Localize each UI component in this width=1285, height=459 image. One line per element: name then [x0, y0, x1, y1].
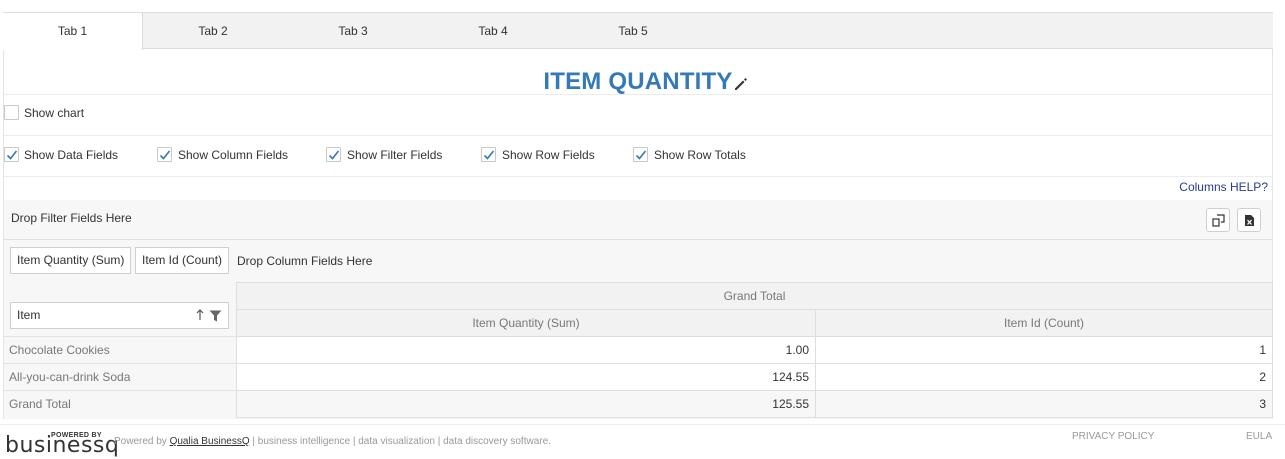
value-cell: 1.00 [236, 336, 816, 364]
brand-logo: businessq [5, 433, 120, 458]
show-filter-fields-label[interactable]: Show Filter Fields [347, 148, 442, 162]
total-cell: 125.55 [236, 390, 816, 418]
privacy-policy-link[interactable]: PRIVACY POLICY [1072, 431, 1154, 442]
pencil-icon[interactable] [733, 76, 749, 92]
excel-file-icon [1245, 215, 1254, 226]
filter-drop-zone[interactable]: Drop Filter Fields Here [4, 200, 1272, 240]
footer: POWERED BY businessq Powered by Qualia B… [0, 424, 1285, 459]
value-cell: 2 [815, 363, 1273, 391]
title-row: ITEM QUANTITY [4, 49, 1272, 95]
tab-4[interactable]: Tab 4 [423, 13, 563, 49]
show-row-fields-checkbox[interactable] [481, 147, 496, 162]
qualia-link[interactable]: Qualia BusinessQ [170, 436, 250, 447]
row-field-label: Item [17, 308, 41, 322]
tab-2[interactable]: Tab 2 [143, 13, 283, 49]
show-chart-label[interactable]: Show chart [24, 106, 84, 120]
eula-link[interactable]: EULA [1246, 431, 1272, 442]
show-data-fields-checkbox[interactable] [4, 147, 19, 162]
export-excel-button[interactable] [1237, 208, 1261, 232]
tab-bar: Tab 1 Tab 2 Tab 3 Tab 4 Tab 5 [3, 12, 1273, 50]
grand-total-row: 125.55 3 [236, 390, 1273, 418]
sort-ascending-icon[interactable] [196, 309, 204, 321]
powered-prefix: Powered by [114, 436, 170, 447]
column-header: Item Quantity (Sum) [236, 309, 816, 337]
show-column-fields-label[interactable]: Show Column Fields [178, 148, 288, 162]
value-cell: 124.55 [236, 363, 816, 391]
expand-button[interactable] [1206, 208, 1230, 232]
row-field-chip[interactable]: Item [10, 302, 229, 329]
fullscreen-icon [1212, 214, 1225, 227]
pivot-table: Grand Total Item Quantity (Sum) Item Id … [236, 282, 1273, 418]
show-column-fields-checkbox[interactable] [157, 147, 172, 162]
checkmark-icon [6, 150, 18, 160]
value-cell: 1 [815, 336, 1273, 364]
checkmark-icon [483, 150, 495, 160]
row-header: All-you-can-drink Soda [4, 363, 237, 390]
table-row: 124.55 2 [236, 363, 1273, 391]
filter-icon[interactable] [209, 310, 222, 322]
checkmark-icon [328, 150, 340, 160]
checkmark-icon [635, 150, 647, 160]
data-field-chip[interactable]: Item Id (Count) [135, 247, 230, 274]
powered-by-text: Powered by Qualia BusinessQ | business i… [114, 436, 551, 447]
column-header: Item Id (Count) [815, 309, 1273, 337]
grand-total-row-header: Grand Total [4, 390, 237, 417]
tab-1[interactable]: Tab 1 [3, 13, 143, 50]
chart-option-row: Show chart [4, 95, 1272, 136]
grand-total-header: Grand Total [236, 282, 1273, 310]
show-row-fields-label[interactable]: Show Row Fields [502, 148, 595, 162]
column-drop-label[interactable]: Drop Column Fields Here [237, 254, 372, 268]
show-row-totals-label[interactable]: Show Row Totals [654, 148, 746, 162]
columns-help-link[interactable]: Columns HELP? [1179, 180, 1268, 194]
data-field-chip[interactable]: Item Quantity (Sum) [10, 247, 132, 274]
show-filter-fields-checkbox[interactable] [326, 147, 341, 162]
tab-5[interactable]: Tab 5 [563, 13, 703, 49]
show-data-fields-label[interactable]: Show Data Fields [24, 148, 118, 162]
filter-drop-label: Drop Filter Fields Here [11, 211, 132, 225]
page-title: ITEM QUANTITY [543, 68, 733, 95]
table-row: 1.00 1 [236, 336, 1273, 364]
show-chart-checkbox[interactable] [4, 105, 19, 120]
display-options-row: Show Data Fields Show Column Fields Show… [4, 136, 1272, 177]
show-row-totals-checkbox[interactable] [633, 147, 648, 162]
checkmark-icon [159, 150, 171, 160]
total-cell: 3 [815, 390, 1273, 418]
tab-3[interactable]: Tab 3 [283, 13, 423, 49]
row-header: Chocolate Cookies [4, 336, 237, 363]
powered-suffix: | business intelligence | data visualiza… [249, 436, 551, 447]
